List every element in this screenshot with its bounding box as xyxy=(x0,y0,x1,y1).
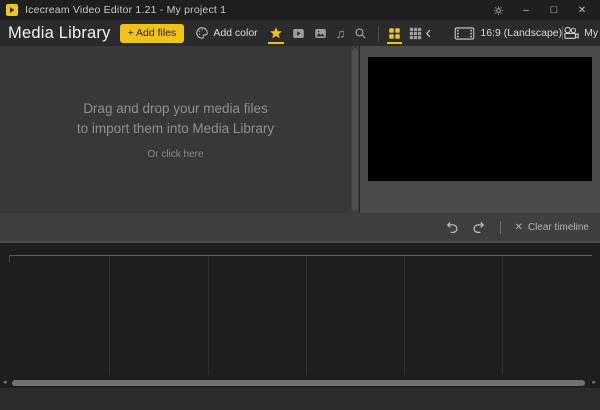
window-title: Icecream Video Editor 1.21 - My project … xyxy=(25,4,227,16)
film-frame-icon xyxy=(455,26,475,40)
close-button[interactable]: ✕ xyxy=(570,1,594,19)
aspect-ratio-label: 16:9 (Landscape) xyxy=(480,27,563,39)
media-library-toolbar: Media Library + Add files Add color ♫ xyxy=(0,20,442,46)
my-projects-button[interactable]: My projects xyxy=(563,26,600,40)
minimize-button[interactable]: – xyxy=(514,1,538,19)
filter-audio-tab[interactable]: ♫ xyxy=(335,22,347,44)
scroll-left-arrow-icon[interactable]: ◂ xyxy=(3,378,7,388)
search-icon xyxy=(355,27,367,39)
media-dropzone[interactable]: Drag and drop your media files to import… xyxy=(0,46,351,213)
project-toolbar: 16:9 (Landscape) My projects Export vide… xyxy=(442,20,600,46)
scrollbar-thumb[interactable] xyxy=(12,380,585,386)
timeline[interactable] xyxy=(0,243,600,378)
titlebar: Icecream Video Editor 1.21 - My project … xyxy=(0,0,600,20)
add-files-button[interactable]: + Add files xyxy=(119,23,185,43)
timeline-gridline xyxy=(306,256,307,375)
image-file-icon xyxy=(314,28,326,38)
redo-button[interactable] xyxy=(472,220,487,234)
app-logo-icon xyxy=(6,4,18,16)
app-window: Icecream Video Editor 1.21 - My project … xyxy=(0,0,600,410)
video-preview xyxy=(368,57,592,181)
timeline-scrollbar[interactable]: ◂ ▸ xyxy=(0,378,600,388)
toolbar-divider xyxy=(500,220,502,234)
scrollbar-thumb[interactable] xyxy=(352,48,358,211)
add-color-label: Add color xyxy=(213,27,258,39)
track-top-border xyxy=(9,255,592,256)
content-area: Drag and drop your media files to import… xyxy=(0,46,600,247)
aspect-ratio-button[interactable]: 16:9 (Landscape) xyxy=(454,26,563,40)
page-title: Media Library xyxy=(8,23,111,42)
timeline-gridline xyxy=(109,256,110,375)
my-projects-label: My projects xyxy=(584,27,600,39)
main-toolbar: Media Library + Add files Add color ♫ 16… xyxy=(0,20,600,46)
footer-bar xyxy=(0,388,600,410)
track-corner xyxy=(9,255,10,262)
undo-button[interactable] xyxy=(444,220,459,234)
redo-icon xyxy=(473,221,485,234)
media-library-scrollbar[interactable] xyxy=(351,46,359,213)
timeline-gridline xyxy=(502,256,503,375)
scroll-right-arrow-icon[interactable]: ▸ xyxy=(592,378,596,388)
timeline-gridline xyxy=(208,256,209,375)
search-button[interactable] xyxy=(353,22,368,44)
view-small-grid-tab[interactable] xyxy=(408,22,423,44)
projector-icon xyxy=(564,26,579,39)
music-note-icon: ♫ xyxy=(335,25,346,41)
video-file-icon xyxy=(292,28,304,38)
window-controls: – □ ✕ xyxy=(486,1,594,19)
dropzone-text-line1: Drag and drop your media files xyxy=(83,101,268,116)
filter-videos-tab[interactable] xyxy=(291,22,306,44)
palette-icon xyxy=(196,27,209,39)
clear-x-icon: ✕ xyxy=(514,221,523,233)
settings-gear-icon[interactable] xyxy=(486,1,510,19)
view-mode-tabs xyxy=(387,22,423,44)
filter-images-tab[interactable] xyxy=(313,22,328,44)
dropzone-text-line2: to import them into Media Library xyxy=(76,121,275,136)
timeline-toolbar: ✕ Clear timeline xyxy=(0,213,600,243)
chevron-left-icon xyxy=(426,29,431,37)
star-icon xyxy=(269,27,282,39)
or-click-here-link[interactable]: Or click here xyxy=(147,149,203,160)
toolbar-divider xyxy=(378,25,380,41)
small-grid-icon xyxy=(410,27,422,39)
media-filter-tabs: ♫ xyxy=(267,22,369,44)
clear-timeline-label: Clear timeline xyxy=(527,221,589,233)
view-large-grid-tab[interactable] xyxy=(387,22,403,44)
large-grid-icon xyxy=(389,27,401,39)
maximize-button[interactable]: □ xyxy=(542,1,566,19)
add-color-button[interactable]: Add color xyxy=(195,26,258,40)
filter-favorites-tab[interactable] xyxy=(267,22,284,44)
clear-timeline-button[interactable]: ✕ Clear timeline xyxy=(514,222,589,233)
collapse-panel-button[interactable] xyxy=(423,28,434,39)
timeline-gridline xyxy=(404,256,405,375)
preview-panel: 00:00 00:00 xyxy=(360,46,600,247)
undo-icon xyxy=(447,221,458,234)
